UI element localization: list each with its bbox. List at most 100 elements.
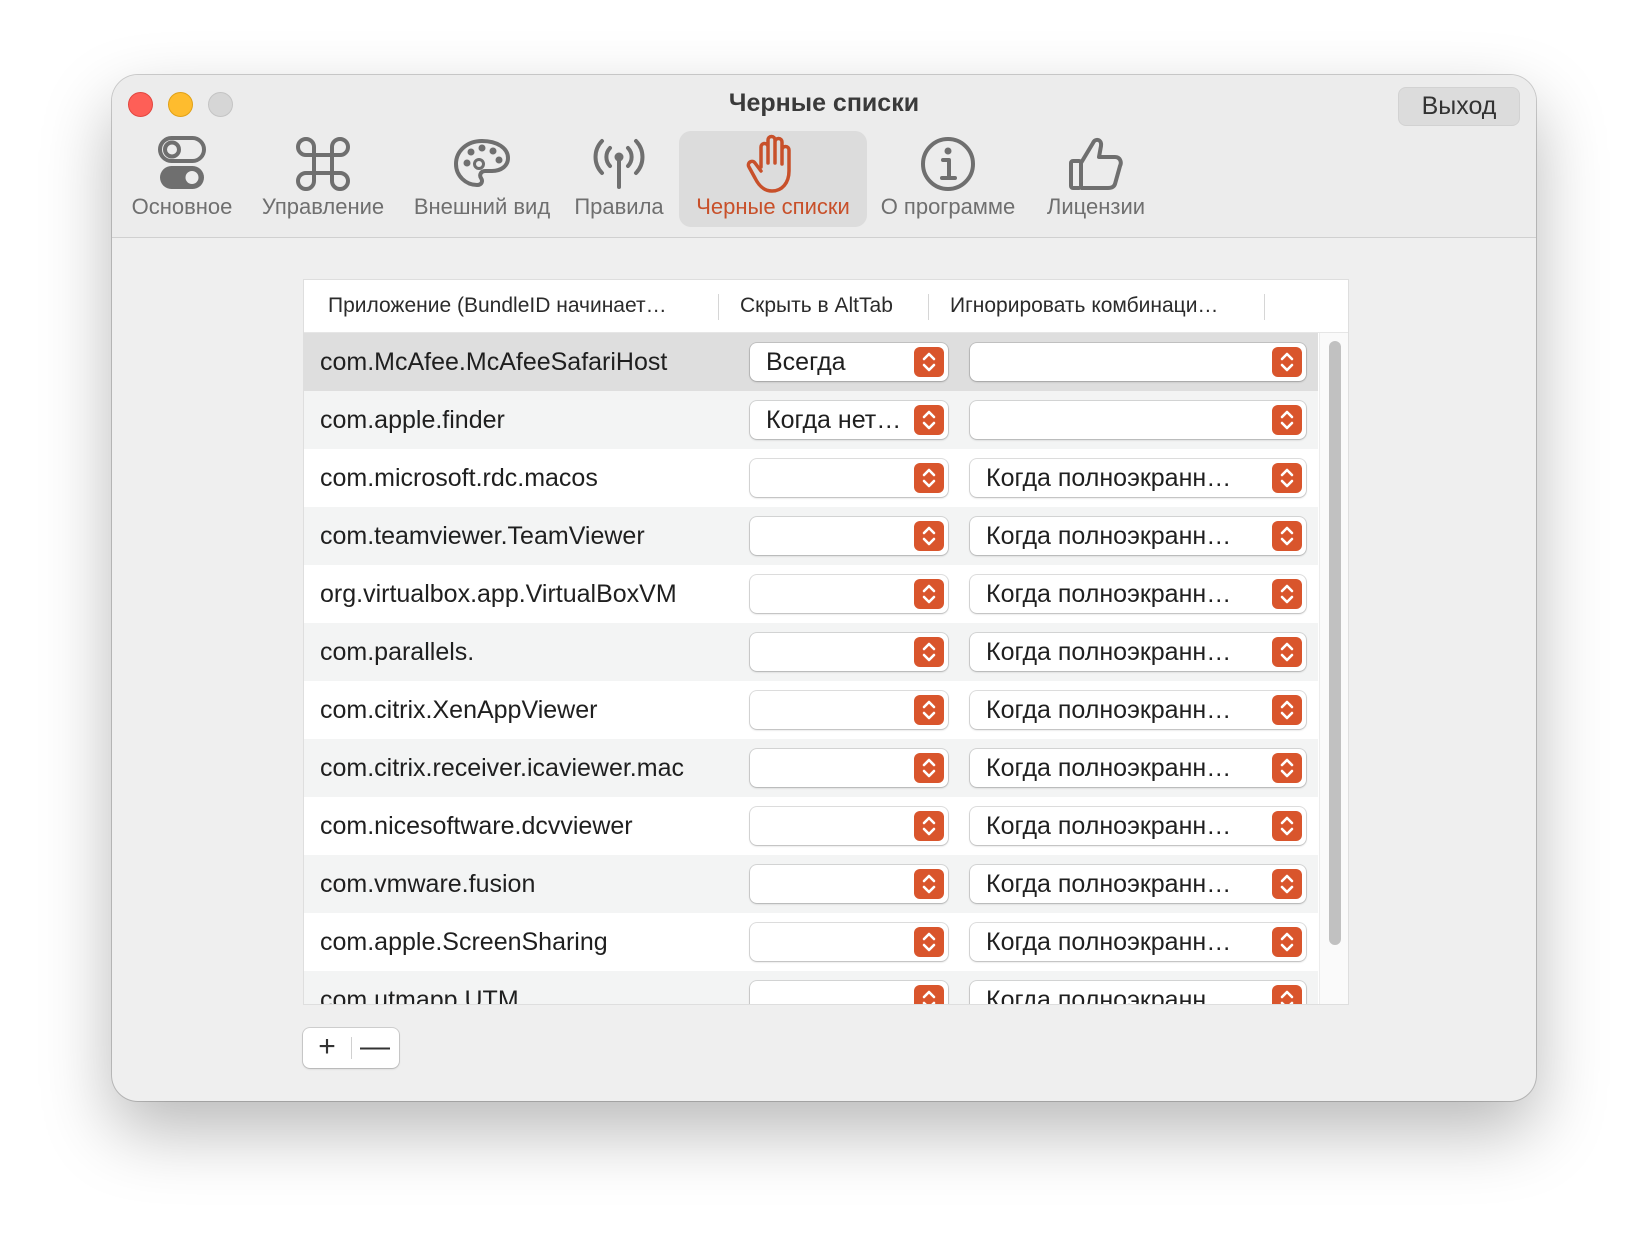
ignore-value: Когда полноэкранн… (986, 696, 1232, 724)
hide-in-alttab-popup[interactable] (750, 807, 948, 845)
popup-stepper-icon (1272, 869, 1302, 899)
info-icon (921, 137, 975, 191)
tab-rules[interactable]: Правила (567, 131, 671, 227)
preferences-window: Черные списки Выход Основное Управление (112, 75, 1536, 1101)
hide-in-alttab-popup[interactable] (750, 575, 948, 613)
hide-value: Всегда (766, 348, 846, 376)
tab-general[interactable]: Основное (115, 131, 249, 227)
ignore-value: Когда полноэкранн… (986, 870, 1232, 898)
popup-stepper-icon (1272, 521, 1302, 551)
hide-in-alttab-popup[interactable] (750, 923, 948, 961)
table-row[interactable]: com.apple.finder Когда нет… (304, 391, 1318, 449)
hide-in-alttab-popup[interactable] (750, 691, 948, 729)
ignore-shortcuts-popup[interactable]: Когда полноэкранн… (970, 517, 1306, 555)
ignore-shortcuts-popup[interactable] (970, 343, 1306, 381)
table-row[interactable]: com.microsoft.rdc.macos Когда полноэкранн… (304, 449, 1318, 507)
column-header-app[interactable]: Приложение (BundleID начинает… (328, 280, 708, 332)
ignore-shortcuts-popup[interactable]: Когда полноэкранн… (970, 459, 1306, 497)
app-bundle-id: com.nicesoftware.dcvviewer (320, 812, 633, 840)
app-bundle-id: com.vmware.fusion (320, 870, 536, 898)
table-row[interactable]: com.nicesoftware.dcvviewer Когда полноэкр… (304, 797, 1318, 855)
ignore-value: Когда полноэкранн… (986, 522, 1232, 550)
popup-stepper-icon (1272, 753, 1302, 783)
popup-stepper-icon (1272, 405, 1302, 435)
hide-in-alttab-popup[interactable] (750, 633, 948, 671)
column-header-ignore[interactable]: Игнорировать комбинаци… (950, 280, 1294, 332)
hide-in-alttab-popup[interactable] (750, 749, 948, 787)
popup-stepper-icon (1272, 579, 1302, 609)
ignore-shortcuts-popup[interactable]: Когда полноэкранн… (970, 865, 1306, 903)
scrollbar-thumb[interactable] (1329, 341, 1341, 945)
ignore-value: Когда полноэкранн… (986, 580, 1232, 608)
ignore-shortcuts-popup[interactable] (970, 401, 1306, 439)
ignore-value: Когда полноэкранн… (986, 928, 1232, 956)
app-bundle-id: com.parallels. (320, 638, 475, 666)
tab-about[interactable]: О программе (874, 131, 1022, 227)
hide-in-alttab-popup[interactable]: Когда нет… (750, 401, 948, 439)
popup-stepper-icon (1272, 463, 1302, 493)
tab-label: Внешний вид (413, 194, 551, 219)
table-row[interactable]: com.apple.ScreenSharing Когда полноэкранн… (304, 913, 1318, 971)
popup-stepper-icon (1272, 637, 1302, 667)
toolbar: Черные списки Выход Основное Управление (112, 75, 1536, 238)
hide-value: Когда нет… (766, 406, 902, 434)
ignore-value: Когда полноэкранн… (986, 754, 1232, 782)
tab-blacklists[interactable]: Черные списки (679, 131, 867, 227)
popup-stepper-icon (914, 521, 944, 551)
app-bundle-id: com.teamviewer.TeamViewer (320, 522, 645, 550)
popup-stepper-icon (914, 753, 944, 783)
command-icon (296, 137, 350, 191)
popup-stepper-icon (914, 695, 944, 725)
hide-in-alttab-popup[interactable] (750, 517, 948, 555)
tab-label: Черные списки (696, 194, 850, 219)
popup-stepper-icon (1272, 927, 1302, 957)
add-button[interactable]: + (303, 1028, 351, 1068)
ignore-shortcuts-popup[interactable]: Когда полноэкранн… (970, 981, 1306, 1004)
app-bundle-id: com.utmapp.UTM (320, 986, 519, 1005)
popup-stepper-icon (914, 811, 944, 841)
popup-stepper-icon (914, 463, 944, 493)
table-row[interactable]: org.virtualbox.app.VirtualBoxVM Когда пол… (304, 565, 1318, 623)
app-bundle-id: com.apple.ScreenSharing (320, 928, 608, 956)
quit-button[interactable]: Выход (1398, 87, 1520, 126)
table-row[interactable]: com.citrix.XenAppViewer Когда полноэкранн… (304, 681, 1318, 739)
ignore-value: Когда полноэкранн… (986, 812, 1232, 840)
palette-icon (453, 138, 511, 188)
app-bundle-id: com.citrix.receiver.icaviewer.mac (320, 754, 684, 782)
table-row[interactable]: com.utmapp.UTM Когда полноэкранн… (304, 971, 1318, 1005)
tab-label: Лицензии (1046, 194, 1146, 219)
vertical-scrollbar[interactable] (1319, 333, 1348, 1004)
table-row[interactable]: com.McAfee.McAfeeSafariHost Всегда (304, 333, 1318, 391)
tab-controls[interactable]: Управление (249, 131, 397, 227)
app-bundle-id: org.virtualbox.app.VirtualBoxVM (320, 580, 677, 608)
ignore-shortcuts-popup[interactable]: Когда полноэкранн… (970, 749, 1306, 787)
table-row[interactable]: com.parallels. Когда полноэкранн… (304, 623, 1318, 681)
table-header: Приложение (BundleID начинает… Скрыть в … (304, 280, 1348, 333)
ignore-shortcuts-popup[interactable]: Когда полноэкранн… (970, 691, 1306, 729)
popup-stepper-icon (1272, 347, 1302, 377)
ignore-shortcuts-popup[interactable]: Когда полноэкранн… (970, 575, 1306, 613)
column-header-hide[interactable]: Скрыть в AltTab (740, 280, 930, 332)
popup-stepper-icon (914, 579, 944, 609)
hide-in-alttab-popup[interactable] (750, 459, 948, 497)
ignore-value: Когда полноэкранн… (986, 638, 1232, 666)
tab-licenses[interactable]: Лицензии (1040, 131, 1152, 227)
thumbs-up-icon (1069, 137, 1123, 190)
ignore-shortcuts-popup[interactable]: Когда полноэкранн… (970, 807, 1306, 845)
table-row[interactable]: com.citrix.receiver.icaviewer.mac Когда п… (304, 739, 1318, 797)
table-row[interactable]: com.vmware.fusion Когда полноэкранн… (304, 855, 1318, 913)
popup-stepper-icon (914, 985, 944, 1004)
column-separator (718, 294, 719, 320)
table-row[interactable]: com.teamviewer.TeamViewer Когда полноэкра… (304, 507, 1318, 565)
ignore-shortcuts-popup[interactable]: Когда полноэкранн… (970, 923, 1306, 961)
hide-in-alttab-popup[interactable] (750, 981, 948, 1004)
antenna-icon (593, 139, 645, 189)
window-title: Черные списки (728, 89, 920, 117)
hide-in-alttab-popup[interactable] (750, 865, 948, 903)
remove-button[interactable]: — (351, 1028, 399, 1068)
ignore-shortcuts-popup[interactable]: Когда полноэкранн… (970, 633, 1306, 671)
hide-in-alttab-popup[interactable]: Всегда (750, 343, 948, 381)
toggles-icon (158, 136, 206, 189)
tab-appearance[interactable]: Внешний вид (402, 131, 562, 227)
app-bundle-id: com.microsoft.rdc.macos (320, 464, 598, 492)
